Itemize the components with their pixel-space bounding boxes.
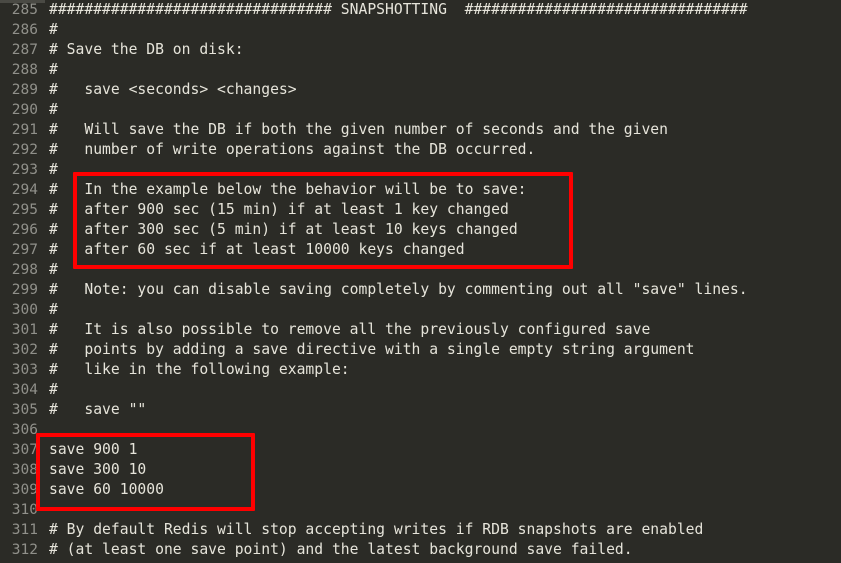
code-line[interactable]: 303 # like in the following example: bbox=[0, 360, 841, 380]
code-line[interactable]: 305 # save "" bbox=[0, 400, 841, 420]
line-number: 294 bbox=[11, 182, 38, 198]
line-content: # bbox=[49, 381, 58, 398]
line-content: # Note: you can disable saving completel… bbox=[49, 281, 748, 298]
code-line[interactable]: 300 # bbox=[0, 300, 841, 320]
line-number: 301 bbox=[11, 322, 38, 338]
line-number: 285 bbox=[11, 2, 38, 18]
code-line[interactable]: 304 # bbox=[0, 380, 841, 400]
line-number: 306 bbox=[11, 422, 38, 438]
code-line[interactable]: 312 # (at least one save point) and the l… bbox=[0, 540, 841, 560]
code-line[interactable]: 299 # Note: you can disable saving comple… bbox=[0, 280, 841, 300]
line-number: 299 bbox=[11, 282, 38, 298]
line-content: # like in the following example: bbox=[49, 361, 350, 378]
code-line[interactable]: 285 ################################ SNAP… bbox=[0, 0, 841, 20]
line-content: # (at least one save point) and the late… bbox=[49, 541, 633, 558]
line-number: 295 bbox=[11, 202, 38, 218]
line-content: ################################ SNAPSHO… bbox=[49, 1, 748, 18]
line-content: # after 60 sec if at least 10000 keys ch… bbox=[49, 241, 465, 258]
line-number: 302 bbox=[11, 342, 38, 358]
line-number: 288 bbox=[11, 62, 38, 78]
line-number: 309 bbox=[11, 482, 38, 498]
line-content: # points by adding a save directive with… bbox=[49, 341, 695, 358]
line-number: 286 bbox=[11, 22, 38, 38]
code-line[interactable]: 302 # points by adding a save directive w… bbox=[0, 340, 841, 360]
code-line[interactable]: 308 save 300 10 bbox=[0, 460, 841, 480]
line-content: # save "" bbox=[49, 401, 147, 418]
code-line[interactable]: 306 bbox=[0, 420, 841, 440]
code-line[interactable]: 289 # save <seconds> <changes> bbox=[0, 80, 841, 100]
line-number: 304 bbox=[11, 382, 38, 398]
line-number: 292 bbox=[11, 142, 38, 158]
code-editor-screenshot: 285 ################################ SNAP… bbox=[0, 0, 841, 563]
code-line[interactable]: 287 # Save the DB on disk: bbox=[0, 40, 841, 60]
code-line[interactable]: 286 # bbox=[0, 20, 841, 40]
line-content: # save <seconds> <changes> bbox=[49, 81, 297, 98]
line-number: 298 bbox=[11, 262, 38, 278]
line-number: 289 bbox=[11, 82, 38, 98]
line-number: 290 bbox=[11, 102, 38, 118]
code-line[interactable]: 309 save 60 10000 bbox=[0, 480, 841, 500]
code-line[interactable]: 294 # In the example below the behavior w… bbox=[0, 180, 841, 200]
line-content: # bbox=[49, 161, 58, 178]
line-number: 287 bbox=[11, 42, 38, 58]
line-content: # bbox=[49, 261, 58, 278]
line-content: save 300 10 bbox=[49, 461, 147, 478]
code-text-area[interactable]: 285 ################################ SNAP… bbox=[0, 0, 841, 563]
code-line[interactable]: 290 # bbox=[0, 100, 841, 120]
line-content: # Save the DB on disk: bbox=[49, 41, 244, 58]
code-line[interactable]: 301 # It is also possible to remove all t… bbox=[0, 320, 841, 340]
line-content: # after 900 sec (15 min) if at least 1 k… bbox=[49, 201, 509, 218]
line-content: # It is also possible to remove all the … bbox=[49, 321, 651, 338]
line-number: 307 bbox=[11, 442, 38, 458]
line-number: 293 bbox=[11, 162, 38, 178]
line-number: 308 bbox=[11, 462, 38, 478]
code-line[interactable]: 311 # By default Redis will stop acceptin… bbox=[0, 520, 841, 540]
code-line[interactable]: 288 # bbox=[0, 60, 841, 80]
line-content: # In the example below the behavior will… bbox=[49, 181, 527, 198]
code-line[interactable]: 293 # bbox=[0, 160, 841, 180]
line-content: # after 300 sec (5 min) if at least 10 k… bbox=[49, 221, 518, 238]
code-line[interactable]: 296 # after 300 sec (5 min) if at least 1… bbox=[0, 220, 841, 240]
line-content: # By default Redis will stop accepting w… bbox=[49, 521, 704, 538]
line-number: 310 bbox=[11, 502, 38, 518]
code-line[interactable]: 291 # Will save the DB if both the given … bbox=[0, 120, 841, 140]
line-number: 312 bbox=[11, 542, 38, 558]
code-line[interactable]: 307 save 900 1 bbox=[0, 440, 841, 460]
line-number: 300 bbox=[11, 302, 38, 318]
line-number: 311 bbox=[11, 522, 38, 538]
line-content: # bbox=[49, 101, 58, 118]
code-line[interactable]: 310 bbox=[0, 500, 841, 520]
line-number: 296 bbox=[11, 222, 38, 238]
line-content: # bbox=[49, 61, 58, 78]
line-content: # number of write operations against the… bbox=[49, 141, 536, 158]
line-number: 305 bbox=[11, 402, 38, 418]
line-number: 303 bbox=[11, 362, 38, 378]
line-number: 291 bbox=[11, 122, 38, 138]
code-line[interactable]: 295 # after 900 sec (15 min) if at least … bbox=[0, 200, 841, 220]
line-content: # Will save the DB if both the given num… bbox=[49, 121, 668, 138]
line-content: save 900 1 bbox=[49, 441, 138, 458]
code-line[interactable]: 297 # after 60 sec if at least 10000 keys… bbox=[0, 240, 841, 260]
line-content: # bbox=[49, 21, 58, 38]
line-content: # bbox=[49, 301, 58, 318]
code-line[interactable]: 292 # number of write operations against … bbox=[0, 140, 841, 160]
line-number: 297 bbox=[11, 242, 38, 258]
code-line[interactable]: 298 # bbox=[0, 260, 841, 280]
line-content: save 60 10000 bbox=[49, 481, 164, 498]
